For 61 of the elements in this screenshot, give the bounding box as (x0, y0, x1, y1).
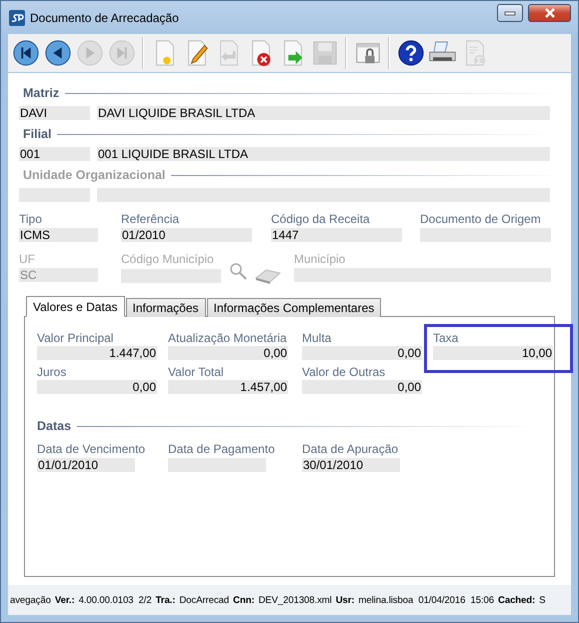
input-field[interactable]: 1447 (271, 228, 402, 242)
date-field[interactable]: 30/01/2010 (302, 458, 400, 472)
input-field[interactable]: 01/2010 (121, 228, 252, 242)
amount-field[interactable]: 0,00 (168, 346, 288, 360)
eraser-icon[interactable] (255, 268, 281, 284)
window-title: Documento de Arrecadação (30, 10, 180, 24)
status-text: 4.00.00.0103 2/2 (78, 594, 152, 606)
amount-field[interactable]: 1.457,00 (168, 380, 288, 394)
field-label: Data de Apuração (302, 442, 400, 456)
status-text: melina.lisboa 01/04/2016 15:06 (358, 594, 494, 606)
code-field[interactable]: 001 (19, 147, 90, 161)
field-label: Referência (121, 212, 180, 226)
help-icon (396, 39, 424, 67)
field-label: Juros (37, 365, 68, 379)
field-label: Código Município (121, 252, 215, 266)
field-label: Tipo (19, 212, 43, 226)
amount-field[interactable]: 10,00 (433, 346, 553, 360)
field-label: Data de Vencimento (37, 442, 146, 456)
section-title: Filial (22, 127, 52, 141)
tab[interactable]: Valores e Datas (26, 296, 124, 317)
field-label: Valor Principal (37, 331, 114, 345)
app-logo-icon (9, 10, 25, 26)
amount-field[interactable]: 0,00 (302, 346, 422, 360)
amount-field[interactable]: 1.447,00 (37, 346, 157, 360)
status-text: Tra.: (156, 594, 176, 606)
search-icon[interactable] (229, 262, 247, 280)
tab[interactable]: Informações Complementares (206, 298, 382, 317)
status-text: Cached: (498, 594, 536, 606)
status-text: Usr: (336, 594, 355, 606)
close-icon (544, 8, 556, 18)
status-text: S (539, 594, 546, 606)
field-label: Atualização Monetária (168, 331, 288, 345)
close-button[interactable] (528, 4, 571, 22)
status-text: DocArrecad (179, 594, 229, 606)
status-text: Ver.: (54, 594, 75, 606)
input-field[interactable]: ICMS (19, 228, 98, 242)
field-label: Valor Total (168, 365, 225, 379)
field-label: Valor de Outras (302, 365, 386, 379)
field-label: Município (294, 252, 346, 266)
status-text: DEV_201308.xml (258, 594, 332, 606)
save-icon (310, 39, 338, 67)
tab[interactable]: Informações (126, 298, 206, 317)
field-label: Data de Pagamento (168, 442, 276, 456)
field-label: UF (19, 252, 36, 266)
field-label: Taxa (433, 331, 460, 345)
field-label: Documento de Origem (420, 212, 542, 226)
date-field[interactable]: 01/01/2010 (37, 458, 135, 472)
code-field[interactable]: DAVI (19, 106, 90, 120)
minimize-icon (504, 10, 516, 16)
name-field[interactable]: DAVI LIQUIDE BRASIL LTDA (97, 106, 550, 120)
field-label: Código da Receita (271, 212, 371, 226)
section-title: Matriz (22, 86, 60, 100)
status-text: Cnn: (233, 594, 254, 606)
name-field[interactable]: 001 LIQUIDE BRASIL LTDA (97, 147, 550, 161)
amount-field[interactable]: 0,00 (37, 380, 157, 394)
section-title: Unidade Organizacional (22, 168, 166, 182)
section-title: Datas (37, 419, 72, 433)
status-text: avegação (10, 594, 51, 606)
field-label: Multa (302, 331, 332, 345)
minimize-button[interactable] (497, 4, 523, 22)
amount-field[interactable]: 0,00 (302, 380, 422, 394)
